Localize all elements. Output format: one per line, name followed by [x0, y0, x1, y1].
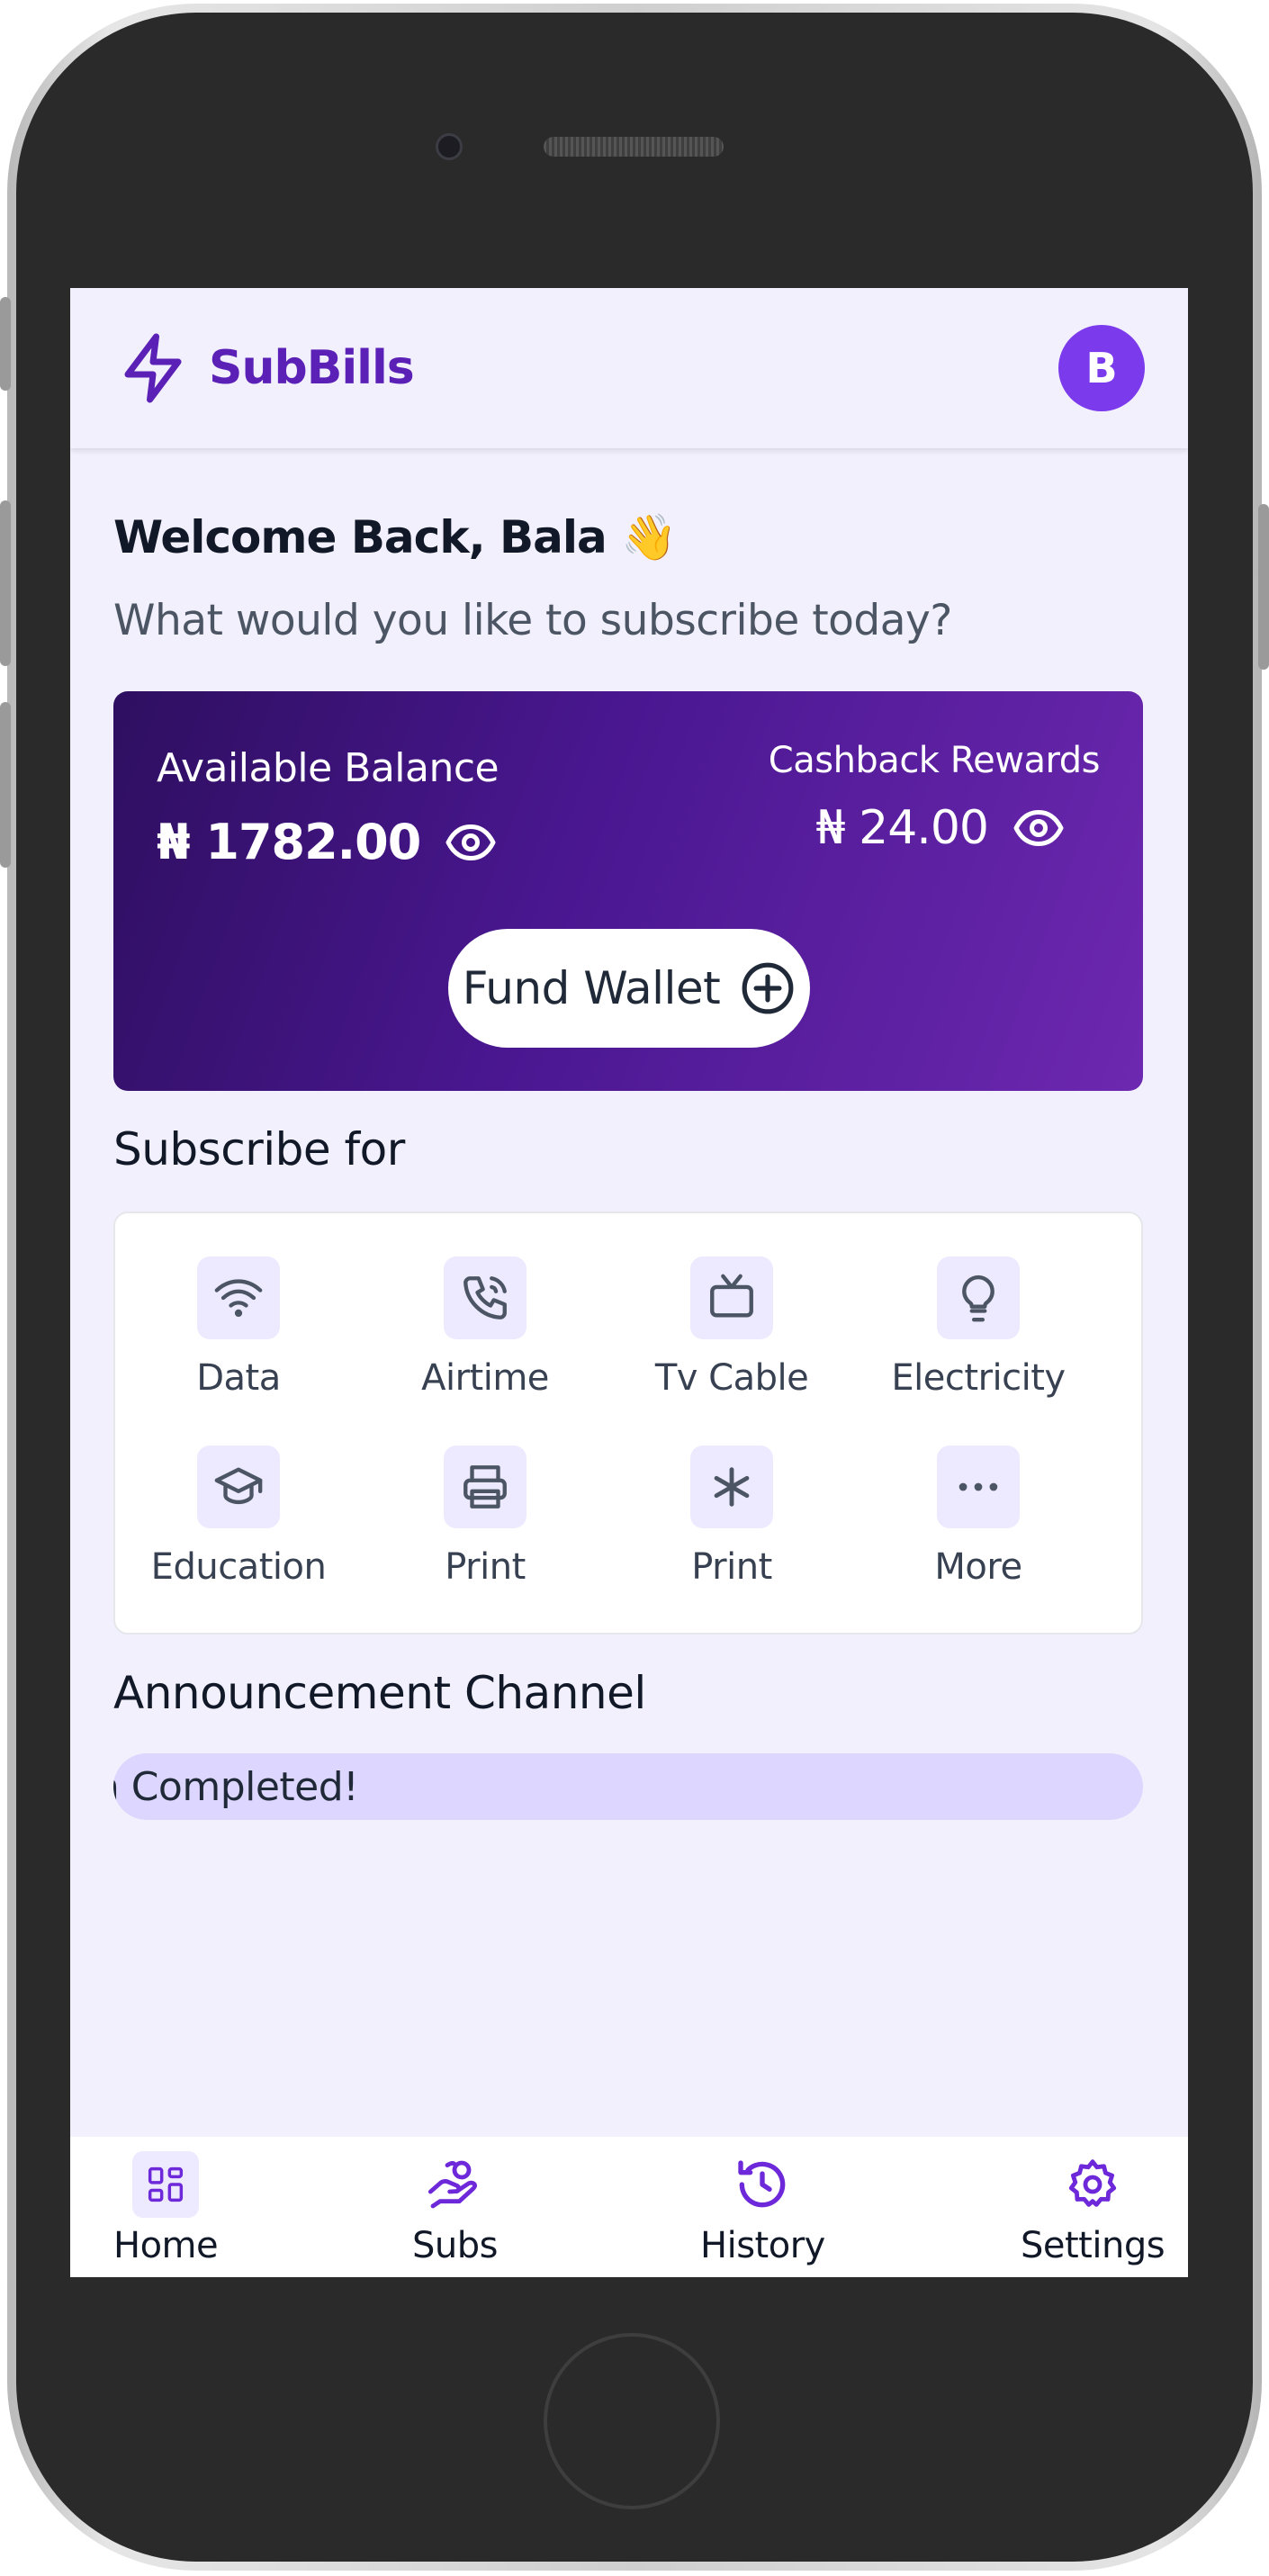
- nav-settings[interactable]: Settings: [1021, 2151, 1166, 2266]
- lightbulb-icon: [962, 1274, 994, 1322]
- balance-row: ₦ 1782.00: [157, 814, 498, 870]
- service-label: Data: [196, 1357, 281, 1399]
- subscribe-title: Subscribe for: [113, 1123, 405, 1175]
- ellipsis-icon: [958, 1482, 998, 1491]
- welcome-subtitle: What would you like to subscribe today?: [113, 596, 952, 645]
- fund-wallet-button[interactable]: Fund Wallet: [448, 929, 810, 1048]
- hand-coins-icon: [428, 2160, 478, 2209]
- service-print[interactable]: Print: [362, 1446, 608, 1588]
- front-camera: [436, 133, 463, 160]
- tv-icon: [710, 1274, 753, 1318]
- service-data[interactable]: Data: [115, 1256, 362, 1399]
- nav-history[interactable]: History: [700, 2151, 825, 2266]
- eye-icon[interactable]: [1012, 801, 1066, 855]
- balance-amount: ₦ 1782.00: [157, 814, 421, 870]
- fund-wallet-label: Fund Wallet: [462, 962, 721, 1014]
- avatar[interactable]: B: [1058, 325, 1145, 411]
- earpiece-speaker: [544, 137, 724, 157]
- bottom-nav: Home Subs History Settings: [70, 2137, 1188, 2277]
- nav-label: Subs: [412, 2225, 498, 2266]
- service-label: Electricity: [891, 1357, 1066, 1399]
- announcement-marquee: Transaction Completed!: [113, 1753, 1143, 1820]
- cashback-label: Cashback Rewards: [768, 740, 1101, 781]
- service-label: Education: [150, 1546, 327, 1588]
- service-label: More: [934, 1546, 1022, 1588]
- side-button-mute: [0, 297, 11, 391]
- service-airtime[interactable]: Airtime: [362, 1256, 608, 1399]
- home-button[interactable]: [544, 2333, 720, 2509]
- service-electricity[interactable]: Electricity: [855, 1256, 1102, 1399]
- lightning-bolt-icon: [124, 333, 182, 403]
- balance-label: Available Balance: [157, 745, 500, 791]
- eye-icon[interactable]: [444, 815, 498, 869]
- nav-label: History: [700, 2225, 825, 2266]
- service-print-alt[interactable]: Print: [608, 1446, 855, 1588]
- service-tv-cable[interactable]: Tv Cable: [608, 1256, 855, 1399]
- services-grid: Data Airtime Tv Cable Electricity Educat…: [113, 1211, 1143, 1635]
- top-bar: SubBills B: [70, 288, 1188, 448]
- phone-call-icon: [464, 1276, 507, 1320]
- welcome-heading: Welcome Back, Bala 👋: [113, 511, 677, 563]
- plus-circle-icon: [742, 962, 794, 1014]
- side-button-volume-down: [0, 702, 11, 868]
- announcement-title: Announcement Channel: [113, 1667, 646, 1719]
- service-more[interactable]: More: [855, 1446, 1102, 1588]
- side-button-volume-up: [0, 500, 11, 666]
- service-label: Tv Cable: [654, 1357, 809, 1399]
- service-education[interactable]: Education: [115, 1446, 362, 1588]
- nav-subs[interactable]: Subs: [412, 2151, 498, 2266]
- wifi-icon: [214, 1279, 263, 1318]
- asterisk-icon: [714, 1467, 750, 1507]
- wallet-card: Available Balance ₦ 1782.00 Cashback Rew…: [113, 691, 1143, 1091]
- grid-icon: [148, 2166, 184, 2202]
- service-label: Print: [445, 1546, 526, 1588]
- nav-home[interactable]: Home: [113, 2151, 219, 2266]
- printer-icon: [464, 1465, 507, 1509]
- app-screen: SubBills B Welcome Back, Bala 👋 What wou…: [70, 288, 1188, 2277]
- side-button-power: [1258, 504, 1269, 670]
- announcement-message: Transaction Completed!: [113, 1763, 359, 1810]
- graduation-cap-icon: [214, 1467, 263, 1505]
- service-label: Print: [691, 1546, 772, 1588]
- gear-icon: [1068, 2159, 1117, 2207]
- nav-label: Settings: [1021, 2225, 1166, 2266]
- service-label: Airtime: [421, 1357, 549, 1399]
- nav-label: Home: [113, 2225, 219, 2266]
- history-icon: [738, 2160, 786, 2208]
- brand-name: SubBills: [209, 341, 415, 395]
- cashback-row: ₦ 24.00: [816, 801, 1066, 855]
- cashback-amount: ₦ 24.00: [815, 801, 989, 855]
